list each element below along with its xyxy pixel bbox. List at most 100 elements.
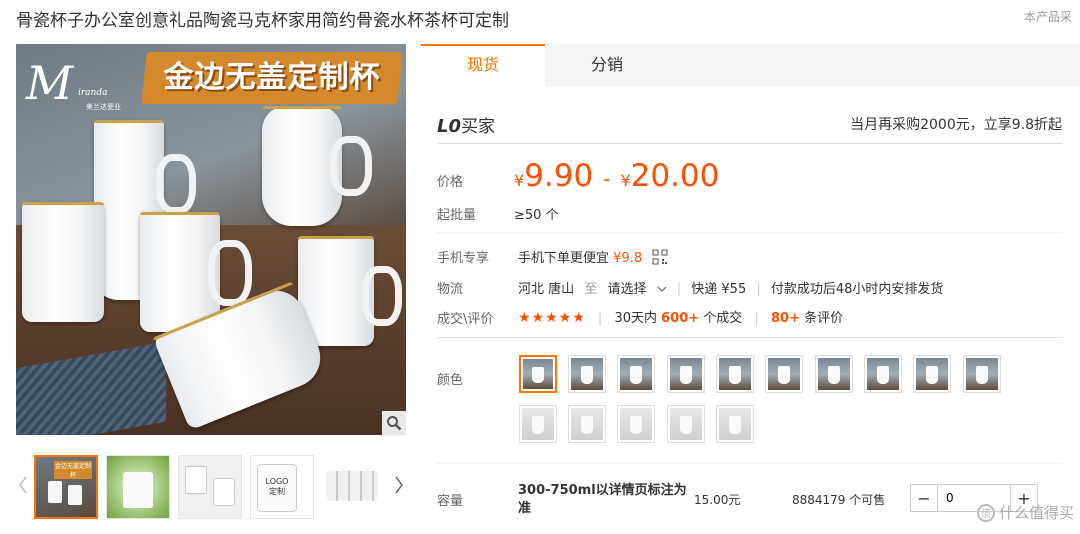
buyer-deal-text: 当月再采购2000元，立享9.8折起	[850, 117, 1062, 133]
mobile-offer-text: 手机下单更便宜	[518, 251, 610, 266]
swatch-image	[571, 408, 603, 440]
swatch-image	[916, 358, 948, 390]
color-swatch-14[interactable]	[667, 405, 705, 443]
color-swatch-2[interactable]	[568, 355, 606, 393]
color-swatch-7[interactable]	[815, 355, 853, 393]
cup-handle	[362, 266, 402, 326]
buyer-level-label: 买家	[461, 117, 495, 137]
qrcode-icon[interactable]	[652, 249, 668, 265]
color-swatch-3[interactable]	[617, 355, 655, 393]
color-swatch-12[interactable]	[568, 405, 606, 443]
swatch-image	[571, 358, 603, 390]
price-low: 9.90	[524, 158, 594, 194]
divider	[437, 337, 1062, 338]
color-swatch-8[interactable]	[864, 355, 902, 393]
divider	[437, 463, 1062, 464]
separator: |	[676, 282, 682, 297]
reviews-label: 成交\评价	[437, 312, 494, 327]
color-swatch-6[interactable]	[765, 355, 803, 393]
thumbnail-cup-icon	[123, 472, 153, 508]
color-swatch-5[interactable]	[716, 355, 754, 393]
color-swatch-15[interactable]	[716, 405, 754, 443]
deals-period: 30天内	[614, 311, 657, 326]
color-swatch-13[interactable]	[617, 405, 655, 443]
shipping-note: 付款成功后48小时内安排发货	[770, 282, 944, 297]
cup-left	[22, 202, 104, 322]
separator: |	[597, 311, 603, 326]
destination-select[interactable]: 请选择	[607, 282, 667, 297]
swatch-image	[768, 358, 800, 390]
watermark-text: 什么值得买	[998, 504, 1074, 522]
brand-initial: M	[26, 56, 74, 110]
swatch-image	[719, 358, 751, 390]
capacity-price: 15.00元	[694, 493, 741, 507]
thumbnail-mug: LOGO 定制	[257, 464, 297, 512]
swatch-image	[670, 408, 702, 440]
swatch-image	[719, 408, 751, 440]
zoom-button[interactable]	[382, 411, 406, 435]
cup-handle	[208, 240, 252, 306]
buyer-level: L0买家	[437, 112, 495, 137]
divider	[437, 143, 1062, 144]
thumbnail-banner: 金边无盖定制杯	[54, 461, 92, 479]
corner-note: 本产品采	[1024, 10, 1073, 24]
thumbnail-cup-set	[326, 471, 378, 501]
swatch-image	[670, 358, 702, 390]
moq-value: ≥50 个	[514, 208, 559, 223]
separator: |	[756, 282, 761, 297]
cup-handle	[156, 154, 196, 214]
color-swatch-10[interactable]	[963, 355, 1001, 393]
currency-symbol: ¥	[514, 171, 525, 190]
thumbnail-5[interactable]	[322, 455, 382, 519]
capacity-stock: 8884179 个可售	[792, 493, 886, 507]
rating-stars: ★★★★★	[518, 310, 586, 326]
reviews-count[interactable]: 80+	[771, 311, 800, 326]
swatch-image	[867, 358, 899, 390]
brand-logo: M iranda 美兰达瓷业	[26, 58, 136, 118]
thumbnail-3[interactable]	[178, 455, 242, 519]
swatch-image	[522, 408, 554, 440]
cup-handle	[330, 136, 372, 196]
thumbnail-cup-icon	[48, 481, 62, 503]
thumb-prev-button[interactable]	[16, 473, 30, 497]
mobile-offer[interactable]: 手机下单更便宜 ¥9.8	[518, 247, 668, 266]
site-watermark: 值 什么值得买	[976, 502, 1074, 523]
decrease-button[interactable]: −	[911, 485, 937, 511]
destination-select-label: 请选择	[607, 282, 647, 297]
color-swatch-1[interactable]	[519, 355, 557, 393]
swatch-image	[620, 408, 652, 440]
buyer-level-badge: L0	[437, 116, 461, 137]
swatch-image	[818, 358, 850, 390]
mobile-label: 手机专享	[437, 251, 490, 266]
promo-banner-text: 金边无盖定制杯	[163, 60, 381, 95]
thumbnail-logo-text: LOGO 定制	[265, 477, 289, 496]
color-swatch-4[interactable]	[667, 355, 705, 393]
brand-sub: 美兰达瓷业	[86, 103, 121, 111]
thumbnail-2[interactable]	[106, 455, 170, 519]
main-product-image[interactable]: M iranda 美兰达瓷业 金边无盖定制杯	[16, 44, 406, 435]
color-swatch-11[interactable]	[519, 405, 557, 443]
thumbnail-1[interactable]: 金边无盖定制杯	[34, 455, 98, 519]
deals-count[interactable]: 600+	[661, 311, 699, 326]
color-swatch-9[interactable]	[913, 355, 951, 393]
currency-symbol: ¥	[620, 171, 631, 190]
capacity-label: 容量	[437, 494, 464, 509]
product-title: 骨瓷杯子办公室创意礼品陶瓷马克杯家用简约骨瓷水杯茶杯可定制	[16, 11, 509, 31]
price-label: 价格	[437, 175, 464, 190]
mobile-price: ¥9.8	[613, 251, 643, 266]
thumb-next-button[interactable]	[392, 473, 406, 497]
tab-in-stock[interactable]: 现货	[421, 44, 545, 86]
logistics-row: 河北 唐山 至 请选择 | 快递 ¥55 | 付款成功后48小时内安排发货	[518, 278, 943, 297]
logistics-origin: 河北 唐山	[518, 282, 575, 297]
swatch-image	[523, 359, 553, 389]
watermark-logo-icon: 值	[976, 503, 995, 522]
tab-distribution[interactable]: 分销	[545, 44, 669, 86]
price-high: 20.00	[630, 158, 720, 194]
price-separator: -	[603, 167, 611, 191]
chevron-down-icon	[657, 286, 667, 292]
swatch-image	[620, 358, 652, 390]
deals-unit: 个成交	[703, 311, 743, 326]
reviews-unit: 条评价	[804, 311, 844, 326]
thumbnail-4[interactable]: LOGO 定制	[250, 455, 314, 519]
logistics-label: 物流	[437, 282, 464, 297]
